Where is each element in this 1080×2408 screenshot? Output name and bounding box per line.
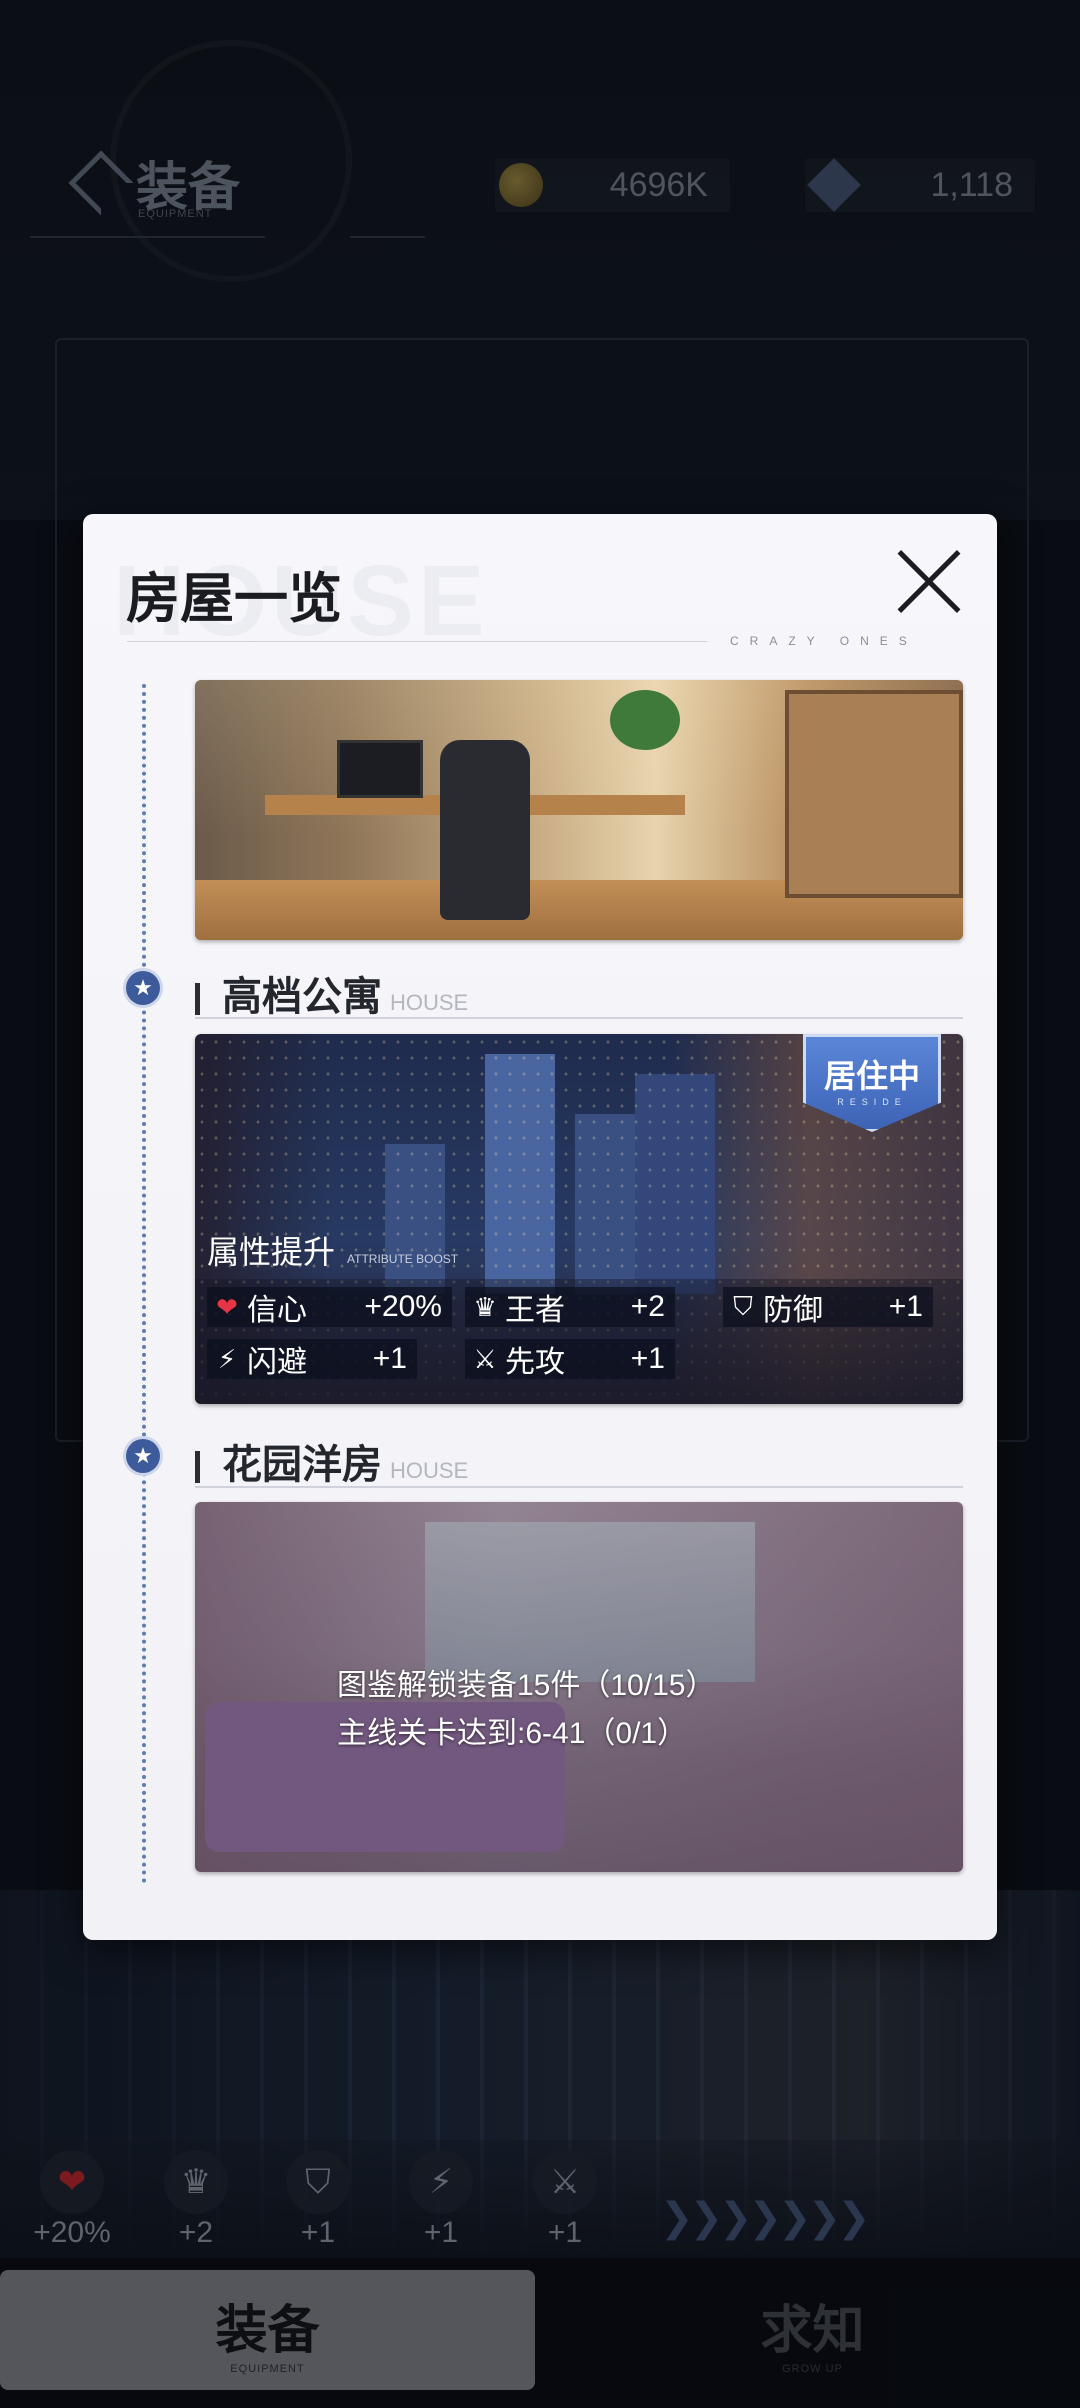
house-header: 花园洋房 HOUSE — [195, 1432, 468, 1490]
attribute-chip: ⚡ 闪避 +1 — [207, 1339, 417, 1379]
attribute-name: 防御 — [763, 1294, 823, 1327]
house-card-luxury-apartment[interactable]: 居住中 RESIDE 属性提升 ATTRIBUTE BOOST ❤ 信心 +20%… — [195, 1034, 963, 1404]
attribute-chip: ⚔ 先攻 +1 — [465, 1339, 675, 1379]
unlock-condition: 图鉴解锁装备15件（10/15） — [337, 1669, 716, 1702]
modal-tagline: CRAZY ONES — [730, 634, 918, 648]
attribute-chip: ⛉ 防御 +1 — [723, 1287, 933, 1327]
header-bar — [195, 1451, 200, 1484]
attribute-name: 闪避 — [247, 1346, 307, 1379]
attribute-chip: ♛ 王者 +2 — [465, 1287, 675, 1327]
star-icon: ★ — [126, 1439, 160, 1473]
attribute-value: +1 — [372, 1342, 407, 1375]
section-divider — [195, 1486, 963, 1488]
badge-label: 居住中 — [823, 1058, 920, 1094]
house-name-en: HOUSE — [390, 990, 469, 1015]
house-image-study-room[interactable] — [195, 680, 963, 940]
attribute-boost-title: 属性提升 ATTRIBUTE BOOST — [207, 1227, 458, 1273]
room-chair — [440, 740, 530, 920]
modal-title: 房屋一览 — [126, 569, 342, 629]
attribute-name: 王者 — [505, 1294, 565, 1327]
unlock-condition: 主线关卡达到:6-41（0/1） — [337, 1717, 688, 1750]
house-card-garden-villa[interactable]: 图鉴解锁装备15件（10/15） 主线关卡达到:6-41（0/1） — [195, 1502, 963, 1872]
house-header: 高档公寓 HOUSE — [195, 964, 468, 1022]
attribute-title-text: 属性提升 — [207, 1234, 336, 1270]
room-monitor — [337, 740, 423, 798]
title-divider — [127, 641, 707, 642]
attribute-value: +1 — [630, 1342, 665, 1375]
crown-icon: ♛ — [473, 1291, 497, 1322]
house-list-modal: HOUSE 房屋一览 CRAZY ONES ★ 高档公寓 HOUSE 居住中 RE… — [83, 514, 997, 1940]
crossed-swords-icon: ⚔ — [473, 1343, 497, 1374]
timeline-line — [142, 684, 146, 1884]
heart-icon: ❤ — [216, 1291, 238, 1322]
house-name-en: HOUSE — [390, 1458, 469, 1483]
attribute-value: +20% — [364, 1290, 442, 1323]
attribute-name: 先攻 — [505, 1346, 565, 1379]
shield-icon: ⛉ — [733, 1291, 753, 1321]
close-icon[interactable] — [893, 546, 965, 618]
room-shelf — [785, 690, 963, 898]
room-plant — [610, 690, 680, 750]
house-name: 高档公寓 — [222, 975, 382, 1019]
header-bar — [195, 983, 200, 1016]
star-icon: ★ — [126, 971, 160, 1005]
attribute-chip: ❤ 信心 +20% — [207, 1287, 452, 1327]
section-divider — [195, 1017, 963, 1019]
attribute-title-en: ATTRIBUTE BOOST — [347, 1252, 459, 1266]
house-name: 花园洋房 — [222, 1443, 382, 1487]
lightning-icon: ⚡ — [217, 1343, 237, 1374]
attribute-name: 信心 — [247, 1294, 307, 1327]
attribute-value: +1 — [888, 1290, 923, 1323]
attribute-value: +2 — [630, 1290, 665, 1323]
badge-label-en: RESIDE — [837, 1097, 907, 1107]
